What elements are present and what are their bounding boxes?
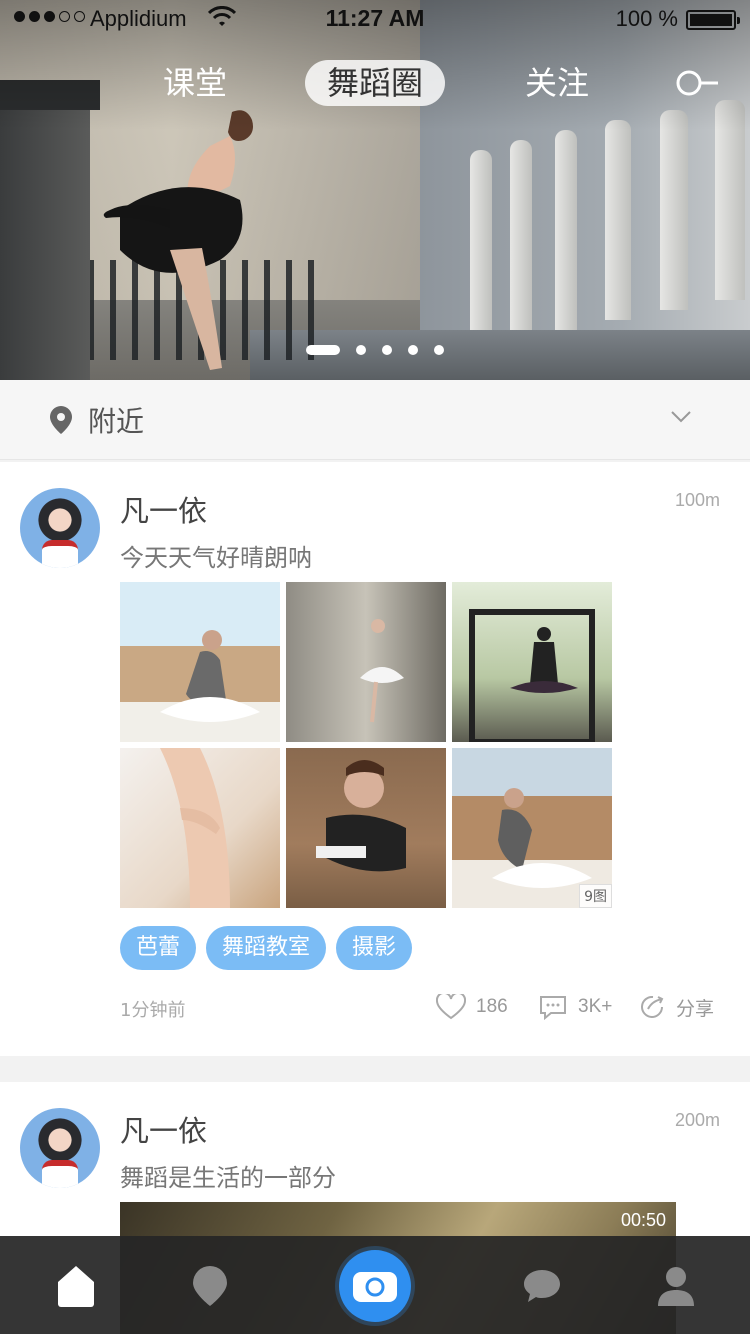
tag-chip[interactable]: 芭蕾 <box>120 926 197 970</box>
tag-chip[interactable]: 摄影 <box>336 926 413 970</box>
profile-icon[interactable] <box>656 1264 696 1308</box>
share-button[interactable]: 分享 <box>640 992 714 1022</box>
post-caption: 今天天气好晴朗呐 <box>120 544 312 572</box>
post-tags: 芭蕾 舞蹈教室 摄影 <box>120 926 413 970</box>
hero-pillar <box>0 90 90 380</box>
post-photo-grid: 9图 <box>120 582 612 908</box>
map-pin-icon[interactable] <box>190 1264 230 1308</box>
like-count: 186 <box>476 996 508 1017</box>
avatar[interactable] <box>20 488 100 568</box>
share-label: 分享 <box>676 998 715 1020</box>
tab-classroom[interactable]: 课堂 <box>150 60 240 106</box>
chevron-down-icon[interactable] <box>670 410 692 424</box>
like-button[interactable]: 186 <box>436 992 508 1022</box>
post-time: 1分钟前 <box>120 1000 186 1021</box>
location-pin-icon <box>50 406 72 434</box>
post-username[interactable]: 凡一依 <box>120 1108 207 1150</box>
tag-chip[interactable]: 舞蹈教室 <box>206 926 327 970</box>
search-icon[interactable] <box>674 68 720 98</box>
post-photo[interactable] <box>286 748 446 908</box>
post-meta: 1分钟前 186 3K+ 分享 <box>0 992 750 1022</box>
post-distance: 100m <box>674 490 720 510</box>
tab-dance-circle[interactable]: 舞蹈圈 <box>305 60 445 106</box>
battery-icon <box>686 10 740 30</box>
hero-dancer-figure <box>103 110 253 370</box>
image-count-badge: 9图 <box>579 884 612 908</box>
carousel-dot-active[interactable] <box>306 345 340 355</box>
post-photo[interactable] <box>120 582 280 742</box>
tab-following[interactable]: 关注 <box>512 60 602 106</box>
camera-icon <box>353 1272 397 1302</box>
camera-button[interactable] <box>339 1250 411 1322</box>
chat-icon[interactable] <box>522 1264 562 1308</box>
battery-percent: 100 % <box>615 6 678 31</box>
post-caption: 舞蹈是生活的一部分 <box>120 1164 336 1192</box>
carousel-dot[interactable] <box>382 345 392 355</box>
avatar[interactable] <box>20 1108 100 1188</box>
status-bar: Applidium 11:27 AM 100 % <box>0 0 750 40</box>
post-photo[interactable] <box>120 748 280 908</box>
post-photo[interactable]: 9图 <box>452 748 612 908</box>
comment-button[interactable]: 3K+ <box>538 992 612 1022</box>
home-icon[interactable] <box>56 1264 96 1308</box>
location-filter-label: 附近 <box>88 405 145 438</box>
share-icon <box>641 995 664 1018</box>
carousel-dot[interactable] <box>408 345 418 355</box>
post-photo[interactable] <box>286 582 446 742</box>
comment-icon <box>540 996 566 1020</box>
video-duration: 00:50 <box>620 1210 666 1230</box>
carousel-dot[interactable] <box>356 345 366 355</box>
post-distance: 200m <box>674 1110 720 1130</box>
top-tab-bar: 课堂 舞蹈圈 关注 <box>0 60 750 110</box>
carousel-indicator <box>0 344 750 356</box>
comment-count: 3K+ <box>578 996 613 1017</box>
location-filter-bar[interactable]: 附近 <box>0 380 750 460</box>
app-screen: Applidium 11:27 AM 100 % 课堂 舞蹈圈 关注 附近 凡一… <box>0 0 750 1334</box>
bottom-tab-bar <box>0 1236 750 1334</box>
heart-icon <box>436 994 466 1020</box>
post-photo[interactable] <box>452 582 612 742</box>
post-username[interactable]: 凡一依 <box>120 488 207 530</box>
carousel-dot[interactable] <box>434 345 444 355</box>
post-card: 凡一依 100m 今天天气好晴朗呐 9图 芭蕾 舞蹈教室 摄影 1分钟前 186… <box>0 462 750 1056</box>
hero-banner[interactable] <box>0 0 750 380</box>
